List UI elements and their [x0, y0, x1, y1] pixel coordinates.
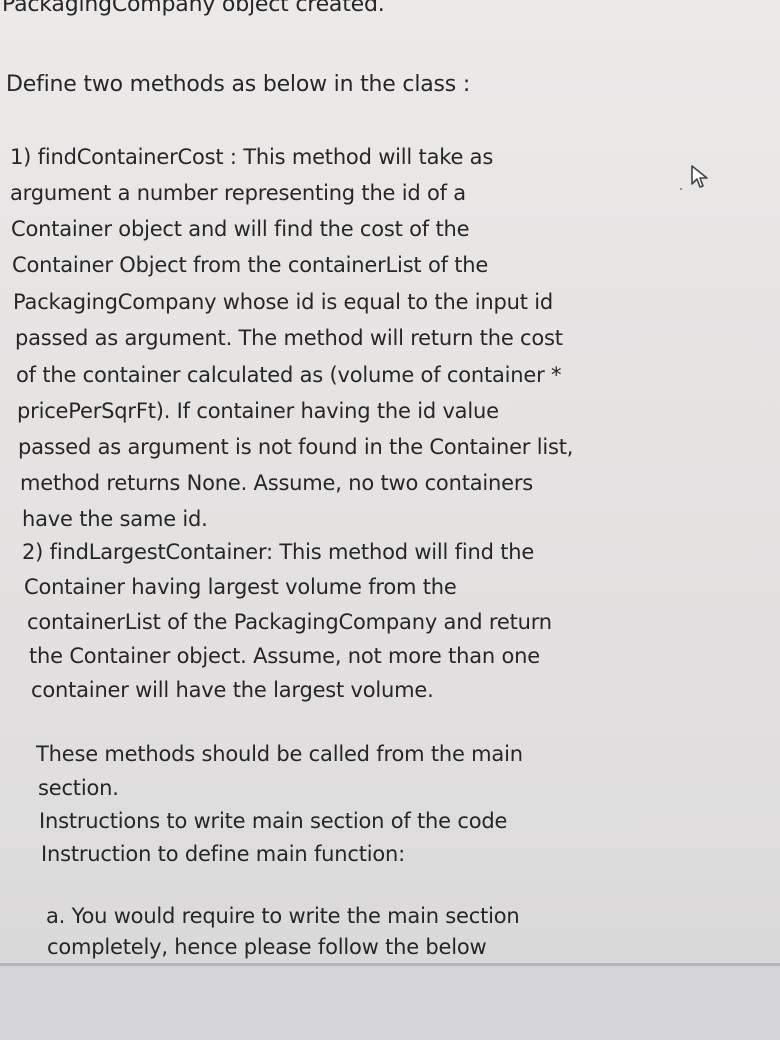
method2-line: container will have the largest volume. [31, 678, 434, 702]
main-instruction-line: Instruction to define main function: [41, 842, 406, 866]
method1-line: Container object and will find the cost … [11, 217, 470, 241]
mouse-pointer-icon [691, 165, 708, 188]
method1-line: argument a number representing the id of… [10, 181, 466, 205]
screen-speck [680, 188, 682, 190]
method1-line: Container Object from the containerList … [12, 253, 489, 277]
main-instruction-line: section. [38, 776, 119, 800]
method2-line: containerList of the PackagingCompany an… [27, 610, 552, 634]
method1-line: passed as argument is not found in the C… [18, 435, 574, 459]
method2-line: 2) findLargestContainer: This method wil… [22, 540, 535, 564]
main-instruction-line: Instructions to write main section of th… [39, 809, 508, 833]
document-page: PackagingCompany object created. Define … [0, 0, 780, 1040]
main-instruction-line: These methods should be called from the … [36, 742, 523, 766]
step-a-line: a. You would require to write the main s… [46, 904, 520, 928]
step-a-line: completely, hence please follow the belo… [47, 935, 487, 959]
method1-line: PackagingCompany whose id is equal to th… [13, 290, 554, 314]
method2-line: Container having largest volume from the [24, 575, 457, 599]
method1-line: of the container calculated as (volume o… [16, 363, 562, 387]
section-heading: Define two methods as below in the class… [6, 72, 471, 97]
method1-line: 1) findContainerCost : This method will … [10, 145, 494, 169]
method2-line: the Container object. Assume, not more t… [29, 644, 540, 668]
method1-line: have the same id. [22, 507, 208, 531]
method1-line: pricePerSqrFt). If container having the … [17, 399, 499, 423]
method1-line: method returns None. Assume, no two cont… [20, 471, 534, 495]
bottom-panel [0, 966, 780, 1040]
method1-line: passed as argument. The method will retu… [15, 326, 563, 350]
title-line: PackagingCompany object created. [2, 0, 385, 17]
